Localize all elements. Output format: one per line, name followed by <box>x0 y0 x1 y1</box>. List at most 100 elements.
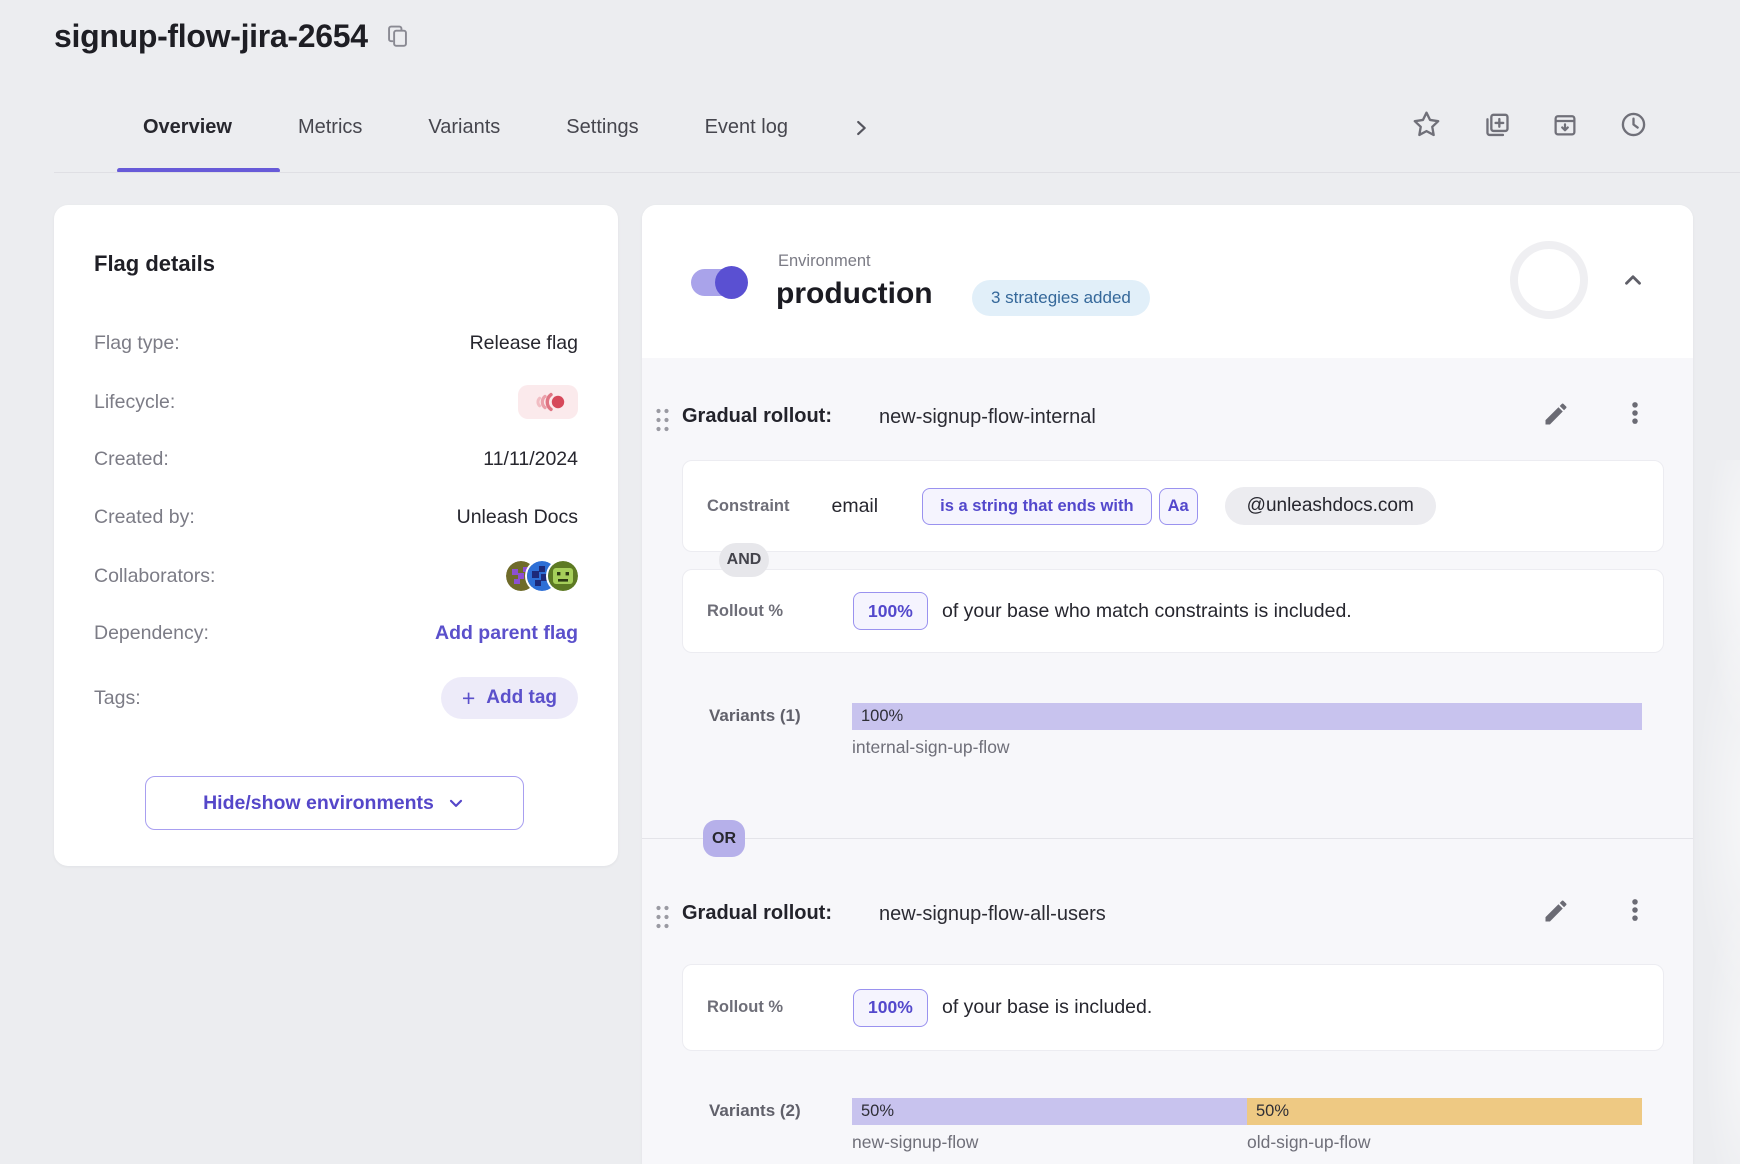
kebab-menu-icon <box>1620 398 1650 428</box>
flag-type-label: Flag type: <box>94 332 180 355</box>
variants-bar: 50%50% <box>852 1098 1642 1125</box>
collaborator-avatars <box>506 561 578 591</box>
environment-toggle[interactable] <box>691 267 745 297</box>
add-parent-flag-link[interactable]: Add parent flag <box>435 622 578 645</box>
toggle-knob <box>715 266 748 299</box>
variant-percent: 50% <box>1247 1098 1289 1125</box>
pencil-icon <box>1542 897 1570 925</box>
strategy-name: new-signup-flow-all-users <box>879 903 1106 926</box>
edit-strategy-button[interactable] <box>1542 400 1570 428</box>
variants-bar-group: 50%50% new-signup-flowold-sign-up-flow <box>852 1098 1642 1153</box>
variant-percent: 100% <box>852 703 903 730</box>
rollout-description: of your base who match constraints is in… <box>942 600 1352 623</box>
chevron-up-icon <box>1620 267 1646 293</box>
variant-segment: 100% <box>852 703 1642 730</box>
lifecycle-row: Lifecycle: <box>94 385 578 419</box>
flag-type-row: Flag type: Release flag <box>94 332 578 355</box>
hide-show-environments-button[interactable]: Hide/show environments <box>145 776 524 830</box>
background-wave-decoration <box>1693 460 1740 1164</box>
tab-overview[interactable]: Overview <box>143 116 232 139</box>
variants-bar-group: 100% internal-sign-up-flow <box>852 703 1642 758</box>
tab-settings[interactable]: Settings <box>566 116 638 139</box>
variants-label: Variants (1) <box>709 706 801 726</box>
strategy-menu-button[interactable] <box>1620 398 1650 428</box>
drag-handle-icon[interactable] <box>654 903 671 936</box>
add-tag-label: Add tag <box>486 687 557 709</box>
variants-captions: new-signup-flowold-sign-up-flow <box>852 1132 1642 1153</box>
lifecycle-stage-badge[interactable] <box>518 385 578 419</box>
collapse-environment-button[interactable] <box>1620 267 1646 293</box>
archive-icon <box>1550 110 1580 140</box>
page-header: signup-flow-jira-2654 <box>54 18 411 55</box>
tab-bar: Overview Metrics Variants Settings Event… <box>143 116 872 139</box>
strategy-type-label: Gradual rollout: <box>682 405 832 428</box>
rollout-percent-chip: 100% <box>853 592 928 630</box>
rollout-description: of your base is included. <box>942 996 1152 1019</box>
strategy-type-label: Gradual rollout: <box>682 902 832 925</box>
kebab-menu-icon <box>1620 895 1650 925</box>
constraint-label: Constraint <box>707 497 790 516</box>
variant-name: new-signup-flow <box>852 1132 1247 1153</box>
drag-handle-icon[interactable] <box>654 406 671 439</box>
strategies-count-badge: 3 strategies added <box>972 280 1150 316</box>
metrics-ring <box>1510 241 1588 319</box>
created-by-value: Unleash Docs <box>457 506 578 529</box>
created-by-row: Created by: Unleash Docs <box>94 506 578 529</box>
tabs-overflow-chevron-icon[interactable] <box>850 117 872 139</box>
flag-details-heading: Flag details <box>94 251 215 277</box>
variants-label: Variants (2) <box>709 1101 801 1121</box>
rollout-percent-chip: 100% <box>853 989 928 1027</box>
case-sensitive-chip: Aa <box>1159 488 1198 525</box>
dependency-row: Dependency: Add parent flag <box>94 622 578 645</box>
environment-card: Environment production 3 strategies adde… <box>642 205 1693 1164</box>
tabs-divider <box>54 172 1740 173</box>
tags-label: Tags: <box>94 687 141 710</box>
lifecycle-label: Lifecycle: <box>94 391 175 414</box>
variant-name: internal-sign-up-flow <box>852 737 1642 758</box>
variant-segment: 50% <box>852 1098 1247 1125</box>
constraint-box: Constraint email is a string that ends w… <box>682 460 1664 552</box>
strategy-menu-button[interactable] <box>1620 895 1650 925</box>
avatar[interactable] <box>548 561 578 591</box>
page-title: signup-flow-jira-2654 <box>54 18 368 55</box>
variant-name: old-sign-up-flow <box>1247 1132 1642 1153</box>
collaborators-label: Collaborators: <box>94 565 215 588</box>
flag-details-card: Flag details Flag type: Release flag Lif… <box>54 205 618 866</box>
archive-button[interactable] <box>1550 110 1580 140</box>
variant-segment: 50% <box>1247 1098 1642 1125</box>
clock-icon <box>1618 109 1649 140</box>
rollout-label: Rollout % <box>707 998 783 1017</box>
edit-strategy-button[interactable] <box>1542 897 1570 925</box>
strategy-name: new-signup-flow-internal <box>879 406 1096 429</box>
header-actions <box>1410 108 1649 141</box>
constraint-operator-chip: is a string that ends with <box>922 488 1151 525</box>
hide-show-environments-label: Hide/show environments <box>203 792 434 815</box>
tab-metrics[interactable]: Metrics <box>298 116 362 139</box>
lifecycle-live-icon <box>530 392 567 412</box>
variants-bar: 100% <box>852 703 1642 730</box>
dependency-label: Dependency: <box>94 622 209 645</box>
rollout-box: Rollout % 100% of your base who match co… <box>682 569 1664 653</box>
strategy-divider <box>642 838 1693 839</box>
flag-type-value: Release flag <box>470 332 578 355</box>
environment-name: production <box>776 277 933 311</box>
variants-captions: internal-sign-up-flow <box>852 737 1642 758</box>
environment-label: Environment <box>778 252 871 271</box>
tags-row: Tags: + Add tag <box>94 677 578 719</box>
collaborators-row: Collaborators: <box>94 561 578 591</box>
history-button[interactable] <box>1618 109 1649 140</box>
environment-header: Environment production 3 strategies adde… <box>642 205 1693 358</box>
star-icon <box>1410 108 1443 141</box>
or-connector-chip: OR <box>703 820 745 857</box>
copy-flag-button[interactable] <box>1481 109 1512 140</box>
favorite-button[interactable] <box>1410 108 1443 141</box>
tab-event-log[interactable]: Event log <box>705 116 788 139</box>
copy-name-button[interactable] <box>384 23 411 50</box>
tab-variants[interactable]: Variants <box>428 116 500 139</box>
add-tag-button[interactable]: + Add tag <box>441 677 578 719</box>
rollout-box: Rollout % 100% of your base is included. <box>682 964 1664 1051</box>
copy-plus-icon <box>1481 109 1512 140</box>
pencil-icon <box>1542 400 1570 428</box>
created-by-label: Created by: <box>94 506 195 529</box>
constraint-context-field: email <box>832 495 879 518</box>
